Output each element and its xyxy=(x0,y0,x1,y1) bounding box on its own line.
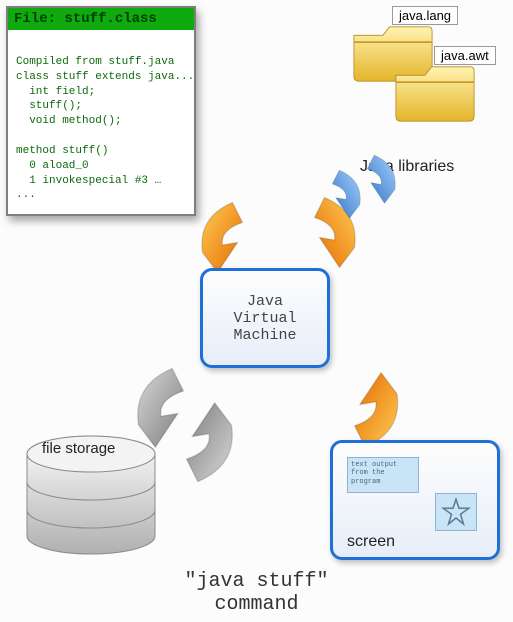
screen-label: screen xyxy=(347,533,395,551)
classfile-body: Compiled from stuff.java class stuff ext… xyxy=(8,30,194,209)
folder-label: java.lang xyxy=(392,6,458,25)
jvm-box: Java Virtual Machine xyxy=(200,268,330,368)
folder-label: java.awt xyxy=(434,46,496,65)
jvm-label: Java Virtual Machine xyxy=(233,293,296,344)
screen-box: text output from the program screen xyxy=(330,440,500,560)
star-icon xyxy=(435,493,477,531)
classfile-window: File: stuff.class Compiled from stuff.ja… xyxy=(6,6,196,216)
storage-label: file storage xyxy=(42,440,115,457)
command-caption: "java stuff" command xyxy=(0,570,513,616)
folder-icon: java.awt xyxy=(392,60,478,128)
arrow-classfile-to-jvm xyxy=(195,195,275,275)
screen-text-output: text output from the program xyxy=(347,457,419,493)
classfile-title: File: stuff.class xyxy=(8,8,194,30)
arrow-libraries-to-jvm-blue xyxy=(345,150,400,205)
